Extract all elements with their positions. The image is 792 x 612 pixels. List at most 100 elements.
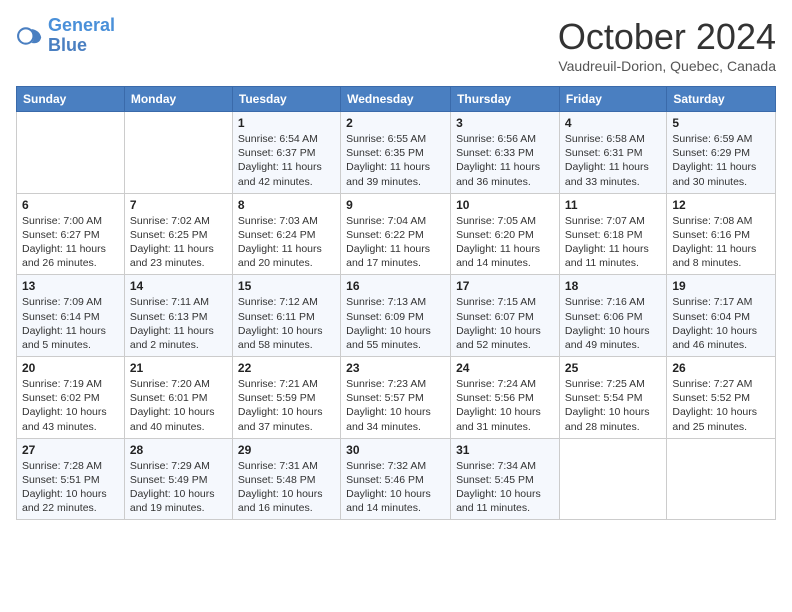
day-cell: 23 Sunrise: 7:23 AM Sunset: 5:57 PM Dayli… (341, 357, 451, 439)
day-number: 24 (456, 361, 554, 375)
day-info: Sunrise: 6:56 AM Sunset: 6:33 PM Dayligh… (456, 132, 554, 189)
day-number: 31 (456, 443, 554, 457)
logo-line1: General (48, 15, 115, 35)
day-number: 18 (565, 279, 661, 293)
day-number: 4 (565, 116, 661, 130)
month-title: October 2024 (558, 16, 776, 58)
day-info: Sunrise: 7:03 AM Sunset: 6:24 PM Dayligh… (238, 214, 335, 271)
day-number: 17 (456, 279, 554, 293)
day-cell (124, 112, 232, 194)
day-number: 30 (346, 443, 445, 457)
day-number: 14 (130, 279, 227, 293)
day-number: 10 (456, 198, 554, 212)
day-number: 19 (672, 279, 770, 293)
day-number: 1 (238, 116, 335, 130)
day-cell: 21Sunrise: 7:20 AM Sunset: 6:01 PM Dayli… (124, 357, 232, 439)
day-cell: 31Sunrise: 7:34 AM Sunset: 5:45 PM Dayli… (451, 438, 560, 520)
day-cell: 14 Sunrise: 7:11 AM Sunset: 6:13 PM Dayli… (124, 275, 232, 357)
page-header: General Blue October 2024 Vaudreuil-Dori… (16, 16, 776, 74)
header-row: SundayMondayTuesdayWednesdayThursdayFrid… (17, 87, 776, 112)
day-info: Sunrise: 7:21 AM Sunset: 5:59 PM Dayligh… (238, 377, 335, 434)
day-info: Sunrise: 6:54 AM Sunset: 6:37 PM Dayligh… (238, 132, 335, 189)
day-info: Sunrise: 7:17 AM Sunset: 6:04 PM Dayligh… (672, 295, 770, 352)
day-info: Sunrise: 7:27 AM Sunset: 5:52 PM Dayligh… (672, 377, 770, 434)
day-cell: 16Sunrise: 7:13 AM Sunset: 6:09 PM Dayli… (341, 275, 451, 357)
day-cell: 17 Sunrise: 7:15 AM Sunset: 6:07 PM Dayli… (451, 275, 560, 357)
day-info: Sunrise: 7:11 AM Sunset: 6:13 PM Dayligh… (130, 295, 227, 352)
day-number: 27 (22, 443, 119, 457)
day-cell: 1 Sunrise: 6:54 AM Sunset: 6:37 PM Daylig… (232, 112, 340, 194)
header-cell-sunday: Sunday (17, 87, 125, 112)
day-info: Sunrise: 7:23 AM Sunset: 5:57 PM Dayligh… (346, 377, 445, 434)
day-number: 26 (672, 361, 770, 375)
day-cell: 7Sunrise: 7:02 AM Sunset: 6:25 PM Daylig… (124, 193, 232, 275)
day-cell: 22 Sunrise: 7:21 AM Sunset: 5:59 PM Dayli… (232, 357, 340, 439)
day-cell: 15 Sunrise: 7:12 AM Sunset: 6:11 PM Dayli… (232, 275, 340, 357)
day-number: 16 (346, 279, 445, 293)
calendar-table: SundayMondayTuesdayWednesdayThursdayFrid… (16, 86, 776, 520)
week-row-4: 27Sunrise: 7:28 AM Sunset: 5:51 PM Dayli… (17, 438, 776, 520)
day-cell: 11 Sunrise: 7:07 AM Sunset: 6:18 PM Dayli… (559, 193, 666, 275)
logo-icon (16, 22, 44, 50)
day-number: 29 (238, 443, 335, 457)
day-number: 12 (672, 198, 770, 212)
day-cell: 28Sunrise: 7:29 AM Sunset: 5:49 PM Dayli… (124, 438, 232, 520)
day-number: 23 (346, 361, 445, 375)
day-info: Sunrise: 7:15 AM Sunset: 6:07 PM Dayligh… (456, 295, 554, 352)
day-cell (17, 112, 125, 194)
header-cell-monday: Monday (124, 87, 232, 112)
day-info: Sunrise: 7:08 AM Sunset: 6:16 PM Dayligh… (672, 214, 770, 271)
day-cell: 29 Sunrise: 7:31 AM Sunset: 5:48 PM Dayli… (232, 438, 340, 520)
day-info: Sunrise: 7:16 AM Sunset: 6:06 PM Dayligh… (565, 295, 661, 352)
day-info: Sunrise: 7:00 AM Sunset: 6:27 PM Dayligh… (22, 214, 119, 271)
day-cell: 3 Sunrise: 6:56 AM Sunset: 6:33 PM Daylig… (451, 112, 560, 194)
day-info: Sunrise: 7:31 AM Sunset: 5:48 PM Dayligh… (238, 459, 335, 516)
day-cell: 2Sunrise: 6:55 AM Sunset: 6:35 PM Daylig… (341, 112, 451, 194)
day-cell: 6Sunrise: 7:00 AM Sunset: 6:27 PM Daylig… (17, 193, 125, 275)
day-info: Sunrise: 7:05 AM Sunset: 6:20 PM Dayligh… (456, 214, 554, 271)
day-cell: 26 Sunrise: 7:27 AM Sunset: 5:52 PM Dayli… (667, 357, 776, 439)
day-info: Sunrise: 7:02 AM Sunset: 6:25 PM Dayligh… (130, 214, 227, 271)
day-number: 22 (238, 361, 335, 375)
day-cell: 8 Sunrise: 7:03 AM Sunset: 6:24 PM Daylig… (232, 193, 340, 275)
day-info: Sunrise: 7:07 AM Sunset: 6:18 PM Dayligh… (565, 214, 661, 271)
day-cell: 9Sunrise: 7:04 AM Sunset: 6:22 PM Daylig… (341, 193, 451, 275)
day-cell: 30 Sunrise: 7:32 AM Sunset: 5:46 PM Dayli… (341, 438, 451, 520)
day-number: 13 (22, 279, 119, 293)
logo-text: General Blue (48, 16, 115, 56)
day-cell: 12 Sunrise: 7:08 AM Sunset: 6:16 PM Dayli… (667, 193, 776, 275)
day-info: Sunrise: 7:12 AM Sunset: 6:11 PM Dayligh… (238, 295, 335, 352)
day-info: Sunrise: 7:32 AM Sunset: 5:46 PM Dayligh… (346, 459, 445, 516)
day-cell: 13Sunrise: 7:09 AM Sunset: 6:14 PM Dayli… (17, 275, 125, 357)
day-cell: 24Sunrise: 7:24 AM Sunset: 5:56 PM Dayli… (451, 357, 560, 439)
day-number: 11 (565, 198, 661, 212)
day-number: 5 (672, 116, 770, 130)
day-cell: 20 Sunrise: 7:19 AM Sunset: 6:02 PM Dayli… (17, 357, 125, 439)
day-number: 15 (238, 279, 335, 293)
day-number: 3 (456, 116, 554, 130)
header-cell-thursday: Thursday (451, 87, 560, 112)
day-cell: 4 Sunrise: 6:58 AM Sunset: 6:31 PM Daylig… (559, 112, 666, 194)
day-cell: 5 Sunrise: 6:59 AM Sunset: 6:29 PM Daylig… (667, 112, 776, 194)
week-row-0: 1 Sunrise: 6:54 AM Sunset: 6:37 PM Daylig… (17, 112, 776, 194)
day-number: 20 (22, 361, 119, 375)
week-row-2: 13Sunrise: 7:09 AM Sunset: 6:14 PM Dayli… (17, 275, 776, 357)
day-cell: 18 Sunrise: 7:16 AM Sunset: 6:06 PM Dayli… (559, 275, 666, 357)
day-number: 28 (130, 443, 227, 457)
day-number: 8 (238, 198, 335, 212)
header-cell-tuesday: Tuesday (232, 87, 340, 112)
calendar-header: SundayMondayTuesdayWednesdayThursdayFrid… (17, 87, 776, 112)
day-info: Sunrise: 7:04 AM Sunset: 6:22 PM Dayligh… (346, 214, 445, 271)
week-row-3: 20 Sunrise: 7:19 AM Sunset: 6:02 PM Dayli… (17, 357, 776, 439)
day-info: Sunrise: 7:25 AM Sunset: 5:54 PM Dayligh… (565, 377, 661, 434)
logo-line2: Blue (48, 35, 87, 55)
day-cell: 10 Sunrise: 7:05 AM Sunset: 6:20 PM Dayli… (451, 193, 560, 275)
calendar-body: 1 Sunrise: 6:54 AM Sunset: 6:37 PM Daylig… (17, 112, 776, 520)
location-subtitle: Vaudreuil-Dorion, Quebec, Canada (558, 58, 776, 74)
day-info: Sunrise: 6:59 AM Sunset: 6:29 PM Dayligh… (672, 132, 770, 189)
header-cell-wednesday: Wednesday (341, 87, 451, 112)
day-info: Sunrise: 6:58 AM Sunset: 6:31 PM Dayligh… (565, 132, 661, 189)
day-cell: 19 Sunrise: 7:17 AM Sunset: 6:04 PM Dayli… (667, 275, 776, 357)
day-cell (559, 438, 666, 520)
day-info: Sunrise: 7:19 AM Sunset: 6:02 PM Dayligh… (22, 377, 119, 434)
